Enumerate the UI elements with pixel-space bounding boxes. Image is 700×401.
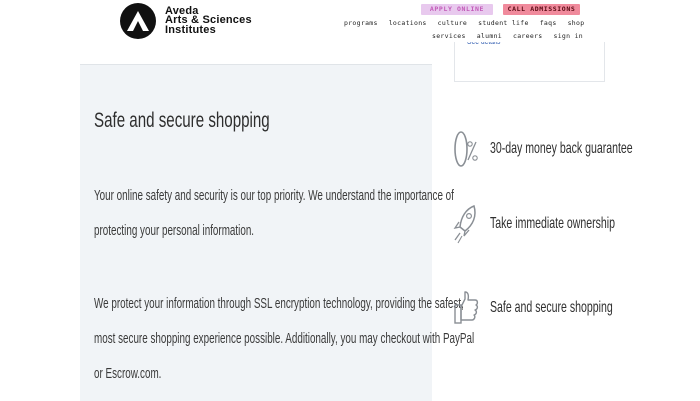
paragraph-line: most secure shopping experience possible…	[94, 331, 475, 347]
feature-ownership: Take immediate ownership	[452, 203, 679, 245]
feature-money-back: 30-day money back guarantee	[452, 128, 700, 170]
nav-item-careers[interactable]: careers	[513, 32, 543, 40]
nav-item-student-life[interactable]: student life	[478, 19, 529, 27]
intro-paragraph: Your online safety and security is our t…	[94, 179, 454, 249]
secondary-nav: services alumni careers sign in	[432, 32, 594, 40]
feature-label: 30-day money back guarantee	[490, 140, 633, 157]
logo-icon	[120, 3, 156, 39]
logo-line: Institutes	[165, 23, 216, 36]
nav-item-services[interactable]: services	[432, 32, 466, 40]
feature-label: Take immediate ownership	[490, 215, 616, 232]
security-info-card: Safe and secure shopping Your online saf…	[80, 64, 474, 401]
call-admissions-button[interactable]: CALL ADMISSIONS	[503, 4, 580, 15]
nav-item-faqs[interactable]: faqs	[540, 19, 557, 27]
apply-online-button[interactable]: APPLY ONLINE	[421, 4, 493, 15]
paragraph-line: We protect your information through SSL …	[94, 296, 464, 312]
nav-item-sign-in[interactable]: sign in	[554, 32, 584, 40]
rocket-icon	[452, 203, 480, 245]
detail-paragraph: We protect your information through SSL …	[94, 287, 474, 392]
primary-nav: programs locations culture student life …	[344, 19, 595, 27]
feature-label: Safe and secure shopping	[490, 299, 613, 316]
paragraph-line: protecting your personal information.	[94, 223, 255, 239]
nav-item-alumni[interactable]: alumni	[477, 32, 502, 40]
nav-item-culture[interactable]: culture	[438, 19, 468, 27]
nav-item-locations[interactable]: locations	[389, 19, 427, 27]
nav-item-programs[interactable]: programs	[344, 19, 378, 27]
feature-safe-shopping: Safe and secure shopping	[452, 287, 676, 329]
paragraph-line: Your online safety and security is our t…	[94, 188, 454, 204]
page-title: Safe and secure shopping	[94, 109, 270, 132]
site-header: Aveda Arts & Sciences Institutes APPLY O…	[0, 0, 700, 42]
nav-item-shop[interactable]: shop	[568, 19, 585, 27]
logo-text: Aveda Arts & Sciences Institutes	[165, 6, 252, 36]
thumbs-up-icon	[452, 287, 480, 329]
paragraph-line: or Escrow.com.	[94, 366, 162, 382]
zero-percent-icon	[452, 128, 480, 170]
logo[interactable]: Aveda Arts & Sciences Institutes	[120, 3, 252, 39]
